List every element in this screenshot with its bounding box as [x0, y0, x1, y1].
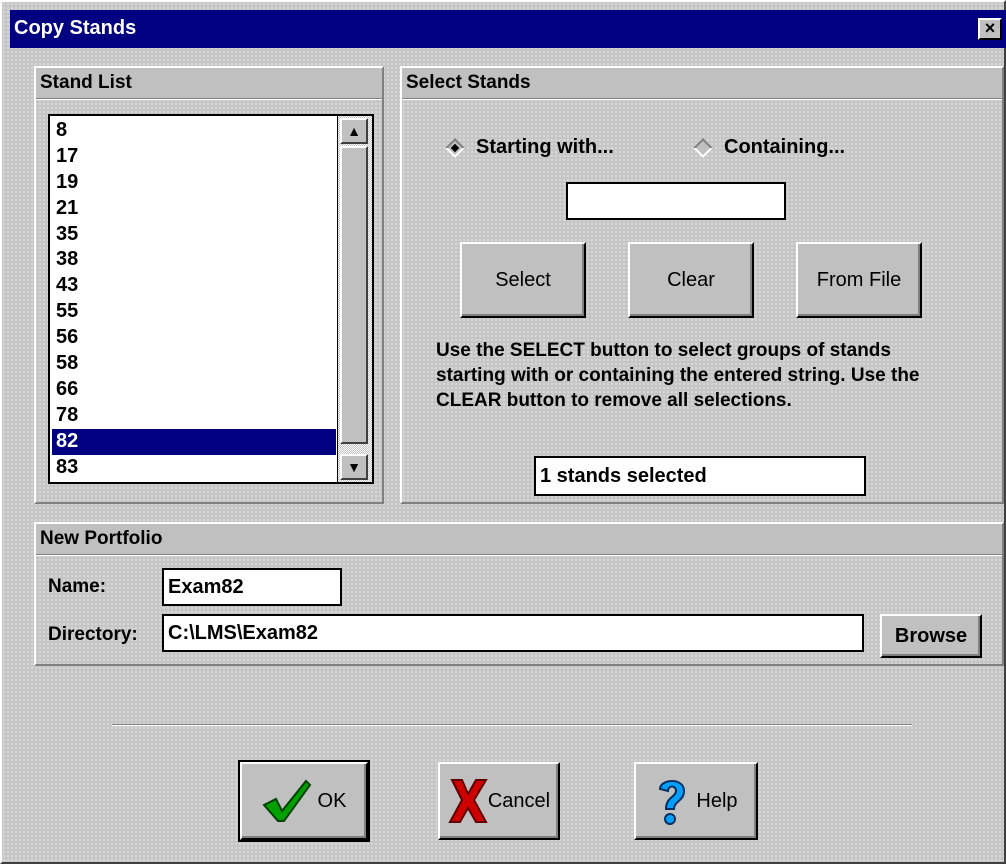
ok-label: OK — [317, 789, 347, 812]
selection-status: 1 stands selected — [534, 456, 866, 496]
divider — [112, 724, 912, 726]
stand-list-item[interactable]: 17 — [52, 144, 336, 170]
question-mark-icon — [659, 780, 686, 825]
help-button[interactable]: Help — [634, 762, 758, 840]
new-portfolio-header: New Portfolio — [36, 524, 1002, 555]
stand-list-item[interactable]: 35 — [52, 222, 336, 248]
from-file-button[interactable]: From File — [796, 242, 922, 318]
close-button[interactable]: × — [978, 18, 1002, 40]
stand-list-item[interactable]: 38 — [52, 247, 336, 273]
name-field[interactable]: Exam82 — [162, 568, 342, 606]
radio-selected-icon — [445, 137, 465, 158]
radio-containing[interactable]: Containing... — [693, 136, 846, 159]
browse-button[interactable]: Browse — [880, 614, 982, 658]
window-title: Copy Stands — [14, 17, 137, 39]
stand-list-item[interactable]: 43 — [52, 273, 336, 299]
stand-list-item[interactable]: 82 — [52, 428, 336, 455]
select-stands-title: Select Stands — [406, 72, 531, 93]
cancel-button[interactable]: Cancel — [438, 762, 560, 840]
radio-unselected-icon — [693, 137, 713, 158]
help-label: Help — [696, 789, 738, 812]
ok-button[interactable]: OK — [238, 760, 370, 842]
stand-list-items: 8 17 19 21 35 38 43 55 56 58 66 78 82 83 — [52, 118, 336, 480]
vertical-scrollbar[interactable]: ▲ ▼ — [337, 116, 372, 482]
scroll-up-icon[interactable]: ▲ — [340, 118, 368, 144]
title-bar[interactable]: Copy Stands × — [10, 10, 1006, 48]
clear-button[interactable]: Clear — [628, 242, 754, 318]
x-mark-icon — [448, 779, 488, 823]
new-portfolio-title: New Portfolio — [40, 528, 163, 549]
stand-list-item[interactable]: 8 — [52, 118, 336, 144]
stand-list-title: Stand List — [40, 72, 132, 93]
cancel-label: Cancel — [487, 789, 551, 812]
stand-list-header: Stand List — [36, 68, 382, 99]
radio-starting-with[interactable]: Starting with... — [445, 136, 614, 159]
radio-starting-label: Starting with... — [476, 136, 614, 158]
scroll-down-icon[interactable]: ▼ — [340, 454, 368, 480]
name-label: Name: — [48, 576, 107, 597]
stand-list-item[interactable]: 56 — [52, 325, 336, 351]
stand-listbox[interactable]: 8 17 19 21 35 38 43 55 56 58 66 78 82 83 ▲ ▼ — [48, 114, 374, 484]
checkmark-icon — [261, 779, 311, 822]
stand-list-item[interactable]: 58 — [52, 351, 336, 377]
stand-list-item[interactable]: 55 — [52, 299, 336, 325]
stand-list-item[interactable]: 21 — [52, 196, 336, 222]
stand-list-item[interactable]: 19 — [52, 170, 336, 196]
radio-containing-label: Containing... — [724, 136, 846, 158]
directory-label: Directory: — [48, 624, 138, 645]
scroll-thumb[interactable] — [340, 146, 368, 444]
select-button[interactable]: Select — [460, 242, 586, 318]
instructions-text: Use the SELECT button to select groups o… — [436, 340, 920, 411]
copy-stands-dialog: Copy Stands × Stand List 8 17 19 21 35 38 43 55… — [0, 0, 1006, 864]
stand-list-item[interactable]: 78 — [52, 403, 336, 429]
search-input[interactable] — [566, 182, 786, 220]
select-stands-header: Select Stands — [402, 68, 1002, 99]
stand-list-item[interactable]: 83 — [52, 455, 336, 481]
directory-field[interactable]: C:\LMS\Exam82 — [162, 614, 864, 652]
stand-list-item[interactable]: 66 — [52, 377, 336, 403]
